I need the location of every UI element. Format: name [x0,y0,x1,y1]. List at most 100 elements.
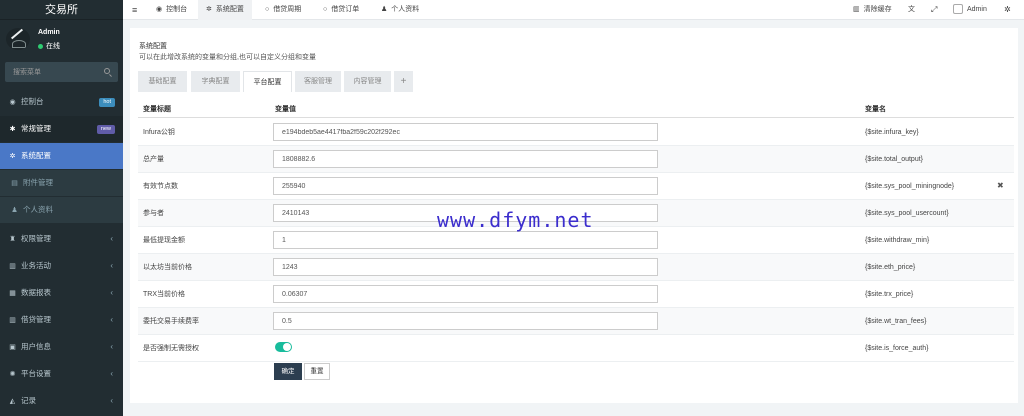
sidebar-item-loans[interactable]: ▥ 借贷管理 ‹ [0,307,123,333]
tab-platform-config[interactable]: 平台配置 [243,71,292,92]
reset-button[interactable]: 重置 [304,363,330,380]
mining-node-input[interactable] [273,177,658,195]
tab-basic-config[interactable]: 基础配置 [138,71,187,92]
row-variable-name: {$site.total_output} [865,156,923,163]
clear-cache-button[interactable]: ▥ 清除缓存 [853,0,892,20]
sidebar-item-users[interactable]: ▣ 用户信息 ‹ [0,334,123,360]
chevron-left-icon: ‹ [110,369,113,378]
trx-price-input[interactable] [273,285,658,303]
tab-dashboard[interactable]: ◉ 控制台 [149,0,194,20]
row-variable-name: {$site.eth_price} [865,264,916,271]
row-variable-name: {$site.trx_price} [865,291,914,298]
chevron-left-icon: ‹ [110,315,113,324]
sidebar: 交易所 Admin 在线 ◉控制台 hot ✱常规管理 new ✲系统配置 ▤附… [0,0,123,416]
tab-profile[interactable]: ♟ 个人资料 [375,0,425,20]
row-title: 以太坊当前价格 [143,264,192,271]
watermark-text: www.dfym.net [437,208,594,232]
chart-icon: ▦ [9,290,16,297]
tab-loan-orders[interactable]: ○ 借贷订单 [317,0,365,20]
sidebar-item-system-config[interactable]: ✲ 系统配置 [0,143,123,169]
table-row: Infura公钥 {$site.infura_key} [138,119,1014,146]
tab-content-management[interactable]: 内容管理 [344,71,391,92]
user-panel: Admin 在线 [0,20,123,60]
sidebar-item-records[interactable]: ◭ 记录 ‹ [0,388,123,414]
gear-icon: ✲ [9,153,16,160]
row-variable-name: {$site.sys_pool_miningnode} [865,183,955,190]
row-title: 最低提现金额 [143,237,185,244]
menu-toggle-icon[interactable]: ≡ [132,0,137,20]
table-row: 有效节点数 {$site.sys_pool_miningnode} ✖ [138,173,1014,200]
row-title: TRX当前价格 [143,291,185,298]
brand-logo[interactable]: 交易所 [0,0,123,20]
settings-gear-icon[interactable]: ✲ [1004,0,1011,20]
sidebar-item-attachments[interactable]: ▤ 附件管理 [0,170,123,196]
gear-icon: ✲ [206,6,212,13]
menu-search [5,62,118,82]
total-output-input[interactable] [273,150,658,168]
tab-customer-service[interactable]: 客服管理 [295,71,341,92]
row-title: 有效节点数 [143,183,178,190]
search-icon[interactable] [104,68,110,74]
submit-button[interactable]: 确定 [274,363,302,380]
infura-key-input[interactable] [273,123,658,141]
table-row: TRX当前价格 {$site.trx_price} [138,281,1014,308]
hot-badge: hot [99,98,115,107]
trade-fee-input[interactable] [273,312,658,330]
sidebar-item-dashboard[interactable]: ◉ 控制台 hot [0,89,123,115]
list-icon: ▥ [9,263,16,270]
sidebar-item-reports[interactable]: ▦ 数据报表 ‹ [0,280,123,306]
row-variable-name: {$site.is_force_auth} [865,345,929,352]
fullscreen-icon[interactable]: ⤢ [931,0,937,20]
withdraw-min-input[interactable] [273,231,658,249]
translate-icon[interactable]: 文 [908,0,915,20]
row-variable-name: {$site.infura_key} [865,129,919,136]
table-row: 总产量 {$site.total_output} [138,146,1014,173]
file-icon: ▤ [11,180,18,187]
chevron-left-icon: ‹ [110,396,113,405]
trash-icon: ▥ [853,6,860,13]
sidebar-item-profile[interactable]: ♟ 个人资料 [0,197,123,223]
table-header: 变量标题 变量值 变量名 [138,98,1014,118]
add-tab-button[interactable]: + [394,71,413,92]
user-status: 在线 [38,41,60,51]
area-chart-icon: ◭ [9,398,16,405]
dashboard-icon: ◉ [156,6,163,13]
force-auth-toggle[interactable] [275,342,292,352]
tab-loan-cycle[interactable]: ○ 借贷周期 [259,0,307,20]
group-icon: ♜ [9,236,16,243]
row-title: 委托交易手续费率 [143,318,199,325]
menu-search-input[interactable] [5,62,118,82]
row-variable-name: {$site.wt_tran_fees} [865,318,927,325]
chevron-left-icon: ‹ [110,261,113,270]
tab-system-config[interactable]: ✲ 系统配置 [198,0,252,20]
row-title: Infura公钥 [143,129,175,136]
sidebar-item-platform-settings[interactable]: ✺ 平台设置 ‹ [0,361,123,387]
delete-row-icon[interactable]: ✖ [997,181,1004,190]
sidebar-item-permissions[interactable]: ♜ 权限管理 ‹ [0,226,123,252]
dashboard-icon: ◉ [9,99,16,106]
table-row: 是否强制无需授权 {$site.is_force_auth} [138,335,1014,362]
row-variable-name: {$site.sys_pool_usercount} [865,210,949,217]
cogs-icon: ✱ [9,126,16,133]
chevron-left-icon: ‹ [110,288,113,297]
circle-icon: ○ [323,6,328,13]
eth-price-input[interactable] [273,258,658,276]
settings-icon: ✺ [9,371,16,378]
tab-dictionary-config[interactable]: 字典配置 [191,71,240,92]
chevron-left-icon: ‹ [110,342,113,351]
sidebar-item-activities[interactable]: ▥ 业务活动 ‹ [0,253,123,279]
page-description: 可以在此增改系统的变量和分组,也可以自定义分组和变量 [139,54,316,61]
avatar [6,28,30,50]
header-title: 变量标题 [143,106,171,113]
user-name: Admin [38,29,60,36]
user-icon: ♟ [11,207,18,214]
sidebar-item-general[interactable]: ✱ 常规管理 new [0,116,123,142]
id-card-icon: ▣ [9,344,16,351]
admin-menu[interactable]: Admin [953,0,987,20]
user-icon: ♟ [381,6,388,13]
row-title: 是否强制无需授权 [143,345,199,352]
chevron-left-icon: ‹ [110,234,113,243]
list-icon: ▥ [9,317,16,324]
avatar-icon [953,4,963,15]
online-dot-icon [38,43,43,49]
